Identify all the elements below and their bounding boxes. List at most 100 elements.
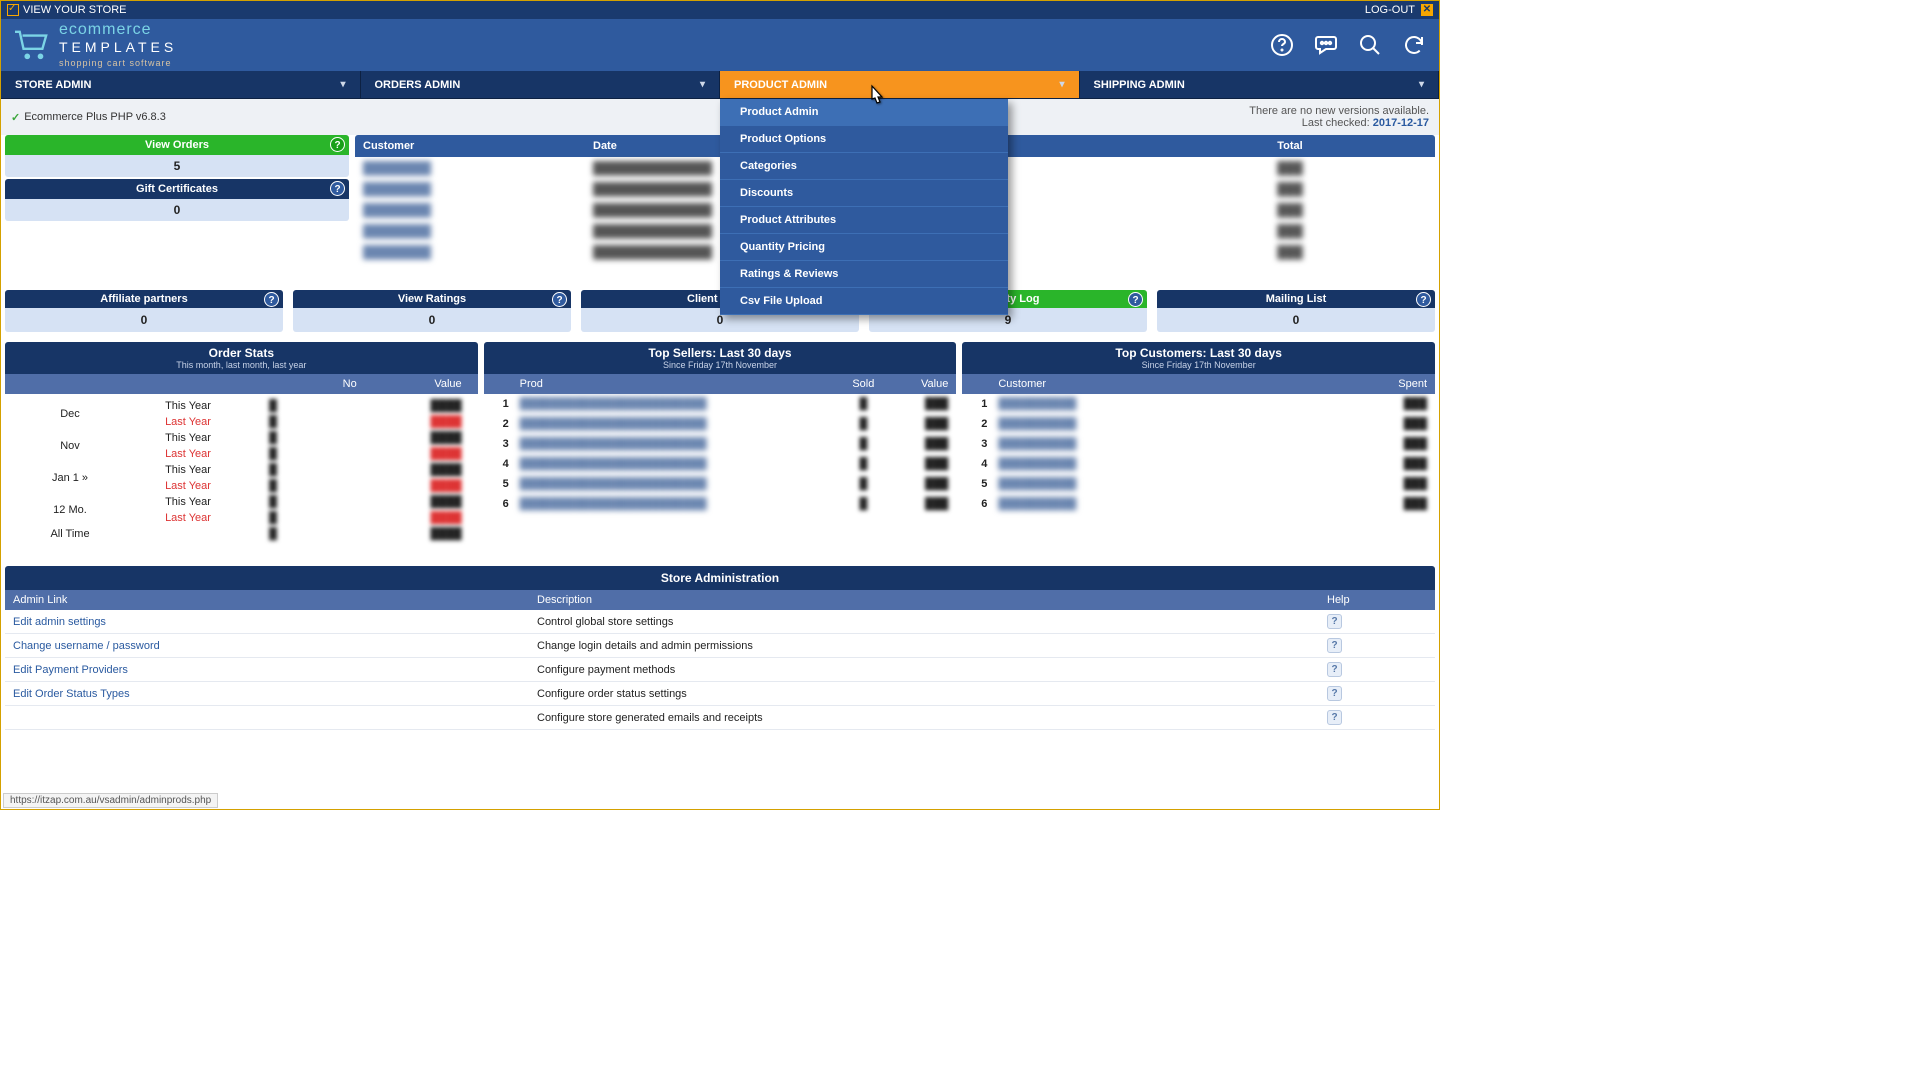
list-item[interactable]: 5█████████████ xyxy=(962,474,1435,494)
list-item[interactable]: 4████████████████████████████ xyxy=(484,454,957,474)
list-item[interactable]: 3████████████████████████████ xyxy=(484,434,957,454)
help-icon[interactable]: ? xyxy=(330,137,345,152)
table-row: Edit Payment Providers Configure payment … xyxy=(5,658,1435,682)
nav-product-admin[interactable]: PRODUCT ADMIN▾ Product Admin Product Opt… xyxy=(720,71,1080,98)
dropdown-item-quantity-pricing[interactable]: Quantity Pricing xyxy=(720,234,1008,261)
close-icon[interactable]: ✕ xyxy=(1421,4,1433,16)
view-store-link[interactable]: VIEW YOUR STORE xyxy=(23,4,127,16)
admin-link[interactable]: Edit admin settings xyxy=(13,616,106,628)
version-no-new: There are no new versions available. xyxy=(1249,105,1429,117)
chevron-down-icon: ▾ xyxy=(1059,79,1064,90)
help-icon[interactable]: ? xyxy=(1327,686,1342,701)
th-value: Value xyxy=(888,378,948,390)
list-item[interactable]: 6█████████████ xyxy=(962,494,1435,514)
panel-order-stats: Order StatsThis month, last month, last … xyxy=(5,342,478,542)
dropdown-item-product-options[interactable]: Product Options xyxy=(720,126,1008,153)
help-icon[interactable]: ? xyxy=(1327,662,1342,677)
dropdown-item-product-admin[interactable]: Product Admin xyxy=(720,99,1008,126)
help-icon[interactable]: ? xyxy=(1416,292,1431,307)
panel-top-customers: Top Customers: Last 30 daysSince Friday … xyxy=(962,342,1435,542)
product-admin-dropdown: Product Admin Product Options Categories… xyxy=(720,99,1008,315)
admin-desc: Control global store settings xyxy=(537,616,1327,628)
list-item[interactable]: 6████████████████████████████ xyxy=(484,494,957,514)
order-stats-period: Jan 1 »This Year█████Last Year█████ xyxy=(5,462,478,494)
panel-subtitle: This month, last month, last year xyxy=(5,360,478,370)
table-row: Edit admin settings Control global store … xyxy=(5,610,1435,634)
th-admin-link: Admin Link xyxy=(13,594,537,606)
chevron-down-icon: ▾ xyxy=(1419,79,1424,90)
card-affiliate-partners[interactable]: Affiliate partners?0 xyxy=(5,290,283,332)
admin-desc: Configure order status settings xyxy=(537,688,1327,700)
admin-link[interactable]: Change username / password xyxy=(13,640,160,652)
help-icon[interactable] xyxy=(1269,32,1295,58)
card-value: 5 xyxy=(5,155,349,177)
card-value: 0 xyxy=(1157,308,1435,332)
main-nav: STORE ADMIN▾ ORDERS ADMIN ▾ PRODUCT ADMIN… xyxy=(1,71,1439,99)
list-item[interactable]: 5████████████████████████████ xyxy=(484,474,957,494)
nav-label: PRODUCT ADMIN xyxy=(734,79,827,91)
help-icon[interactable]: ? xyxy=(1327,638,1342,653)
list-item[interactable]: 3█████████████ xyxy=(962,434,1435,454)
card-value: 0 xyxy=(5,199,349,221)
th-spent: Spent xyxy=(1357,378,1427,390)
status-bar: https://itzap.com.au/vsadmin/adminprods.… xyxy=(3,793,218,808)
dropdown-item-categories[interactable]: Categories xyxy=(720,153,1008,180)
nav-label: ORDERS ADMIN xyxy=(375,79,461,91)
order-stats-period: NovThis Year█████Last Year█████ xyxy=(5,430,478,462)
card-mailing-list[interactable]: Mailing List?0 xyxy=(1157,290,1435,332)
card-title: View Orders xyxy=(145,139,209,151)
refresh-icon[interactable] xyxy=(1401,32,1427,58)
th-customer: Customer xyxy=(998,378,1357,390)
list-item[interactable]: 2█████████████ xyxy=(962,414,1435,434)
th-customer: Customer xyxy=(363,140,593,152)
header-icon-group xyxy=(1269,32,1427,58)
nav-orders-admin[interactable]: ORDERS ADMIN ▾ xyxy=(361,71,721,98)
nav-shipping-admin[interactable]: SHIPPING ADMIN▾ xyxy=(1080,71,1440,98)
admin-desc: Configure store generated emails and rec… xyxy=(537,712,1327,724)
dropdown-item-ratings-reviews[interactable]: Ratings & Reviews xyxy=(720,261,1008,288)
help-icon[interactable]: ? xyxy=(1128,292,1143,307)
dropdown-item-discounts[interactable]: Discounts xyxy=(720,180,1008,207)
th-help: Help xyxy=(1327,594,1427,606)
chevron-down-icon: ▾ xyxy=(700,79,705,90)
logo-line3: shopping cart software xyxy=(59,58,172,68)
dropdown-item-csv-upload[interactable]: Csv File Upload xyxy=(720,288,1008,315)
card-gift-certificates[interactable]: Gift Certificates? 0 xyxy=(5,179,349,221)
search-icon[interactable] xyxy=(1357,32,1383,58)
help-icon[interactable]: ? xyxy=(1327,710,1342,725)
help-icon[interactable]: ? xyxy=(552,292,567,307)
version-checked-label: Last checked: xyxy=(1302,117,1370,129)
admin-desc: Configure payment methods xyxy=(537,664,1327,676)
chat-icon[interactable] xyxy=(1313,32,1339,58)
table-row: Configure store generated emails and rec… xyxy=(5,706,1435,730)
panel-title: Order Stats xyxy=(209,346,274,360)
card-value: 0 xyxy=(293,308,571,332)
admin-link[interactable]: Edit Payment Providers xyxy=(13,664,128,676)
help-icon[interactable]: ? xyxy=(1327,614,1342,629)
logo[interactable]: ecommerce TEMPLATES shopping cart softwa… xyxy=(13,21,177,69)
help-icon[interactable]: ? xyxy=(264,292,279,307)
panel-subtitle: Since Friday 17th November xyxy=(962,360,1435,370)
list-item[interactable]: 4█████████████ xyxy=(962,454,1435,474)
card-view-ratings[interactable]: View Ratings?0 xyxy=(293,290,571,332)
list-item[interactable]: 1████████████████████████████ xyxy=(484,394,957,414)
logout-link[interactable]: LOG-OUT xyxy=(1365,4,1415,16)
order-stats-period: DecThis Year█████Last Year█████ xyxy=(5,398,478,430)
admin-desc: Change login details and admin permissio… xyxy=(537,640,1327,652)
card-title: View Ratings xyxy=(398,293,466,305)
header: ecommerce TEMPLATES shopping cart softwa… xyxy=(1,19,1439,71)
dropdown-item-product-attributes[interactable]: Product Attributes xyxy=(720,207,1008,234)
list-item[interactable]: 1█████████████ xyxy=(962,394,1435,414)
nav-store-admin[interactable]: STORE ADMIN▾ xyxy=(1,71,361,98)
admin-link[interactable]: Edit Order Status Types xyxy=(13,688,130,700)
th-sold: Sold xyxy=(838,378,888,390)
th-prod: Prod xyxy=(520,378,839,390)
help-icon[interactable]: ? xyxy=(330,181,345,196)
table-row: Edit Order Status Types Configure order s… xyxy=(5,682,1435,706)
logo-line1: ecommerce xyxy=(59,21,152,38)
list-item[interactable]: 2████████████████████████████ xyxy=(484,414,957,434)
card-view-orders[interactable]: View Orders? 5 xyxy=(5,135,349,177)
top-strip-bar: VIEW YOUR STORE LOG-OUT ✕ xyxy=(1,1,1439,19)
table-row: Change username / password Change login d… xyxy=(5,634,1435,658)
panel-top-sellers: Top Sellers: Last 30 daysSince Friday 17… xyxy=(484,342,957,542)
